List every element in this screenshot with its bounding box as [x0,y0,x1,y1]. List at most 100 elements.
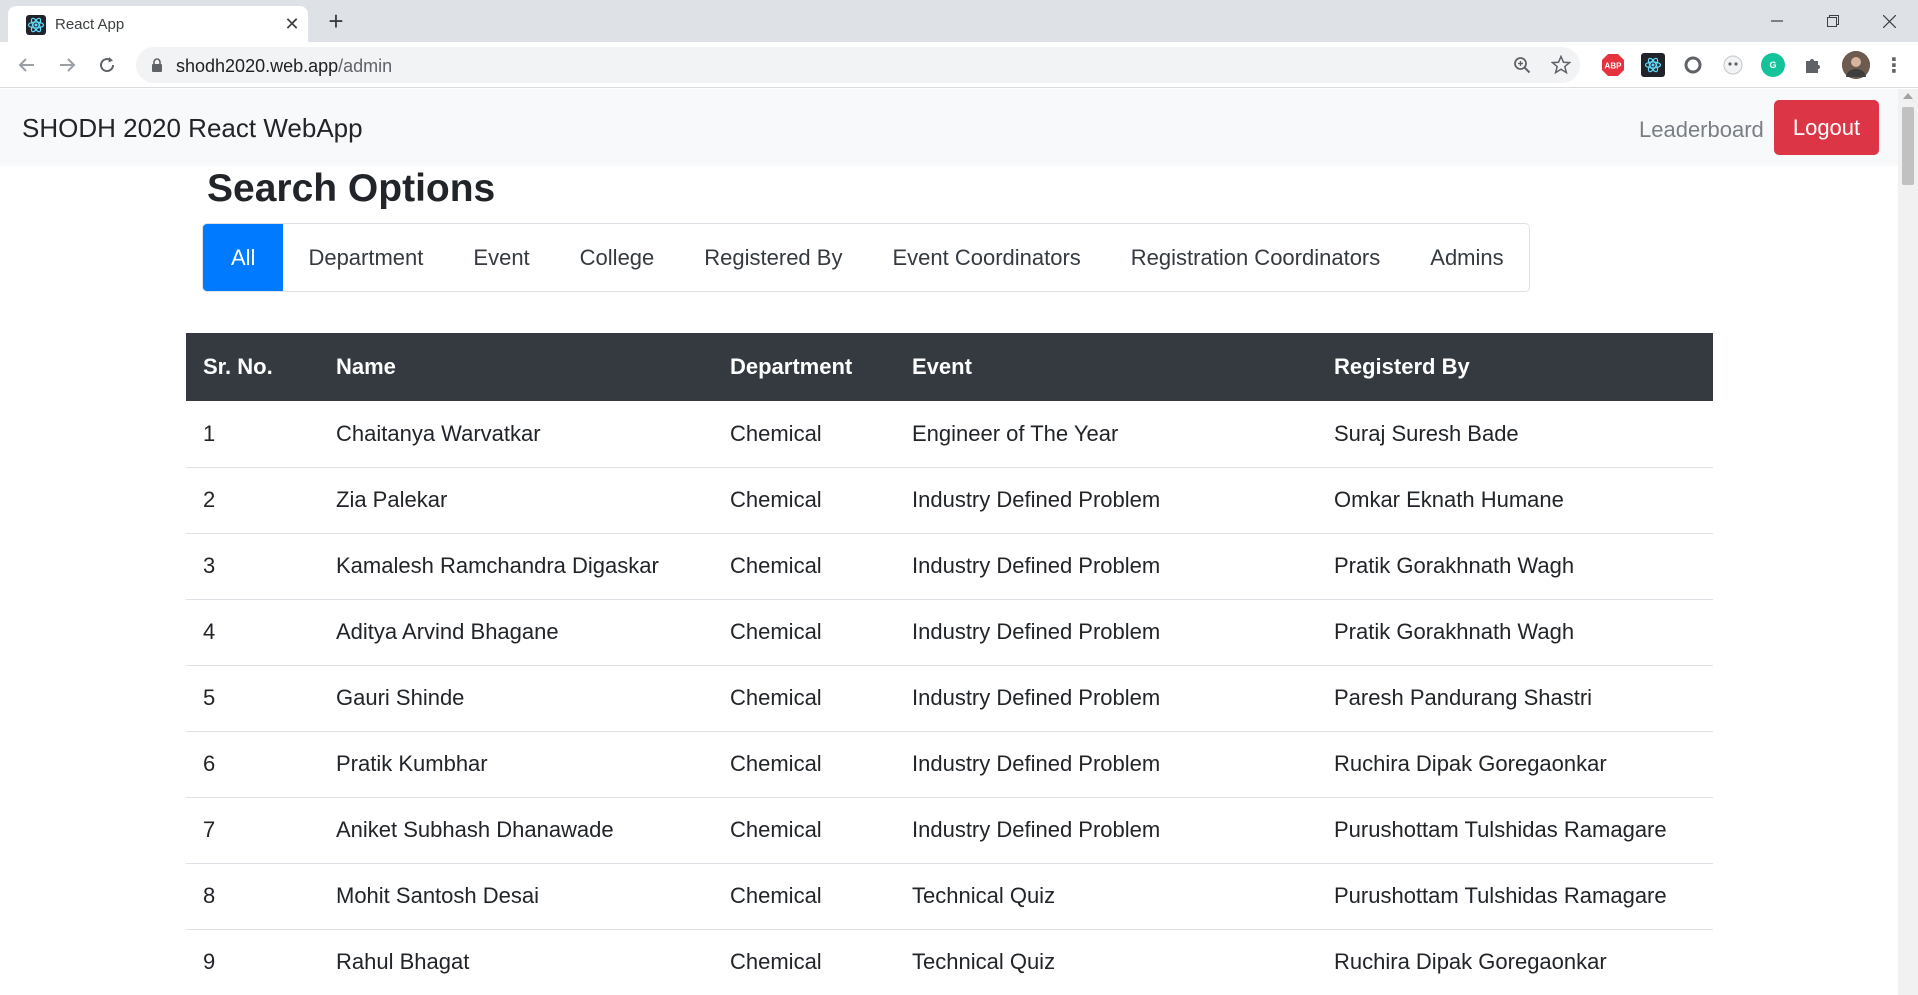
cell-name: Gauri Shinde [319,665,713,732]
filter-department-button[interactable]: Department [283,224,448,291]
cell-registered-by: Purushottam Tulshidas Ramagare [1317,863,1713,930]
cell-department: Chemical [713,599,895,666]
reload-icon[interactable] [92,50,122,80]
url-path: /admin [338,56,393,76]
address-bar[interactable]: shodh2020.web.app/admin [136,47,1580,83]
cell-sr-no: 4 [186,599,319,666]
browser-tab[interactable]: React App ✕ [8,6,308,42]
cell-sr-no: 3 [186,533,319,600]
page-scrollbar[interactable] [1898,89,1918,995]
cell-registered-by: Purushottam Tulshidas Ramagare [1317,797,1713,864]
cell-department: Chemical [713,863,895,930]
filter-registered-by-button[interactable]: Registered By [679,224,867,291]
cell-name: Chaitanya Warvatkar [319,401,713,468]
cell-name: Rahul Bhagat [319,929,713,995]
bookmark-star-icon[interactable] [1550,54,1572,76]
minimize-icon[interactable] [1754,4,1800,38]
navbar-brand[interactable]: SHODH 2020 React WebApp [22,113,363,144]
scrollbar-thumb[interactable] [1902,107,1914,185]
filter-event-button[interactable]: Event [448,224,554,291]
cell-department: Chemical [713,929,895,995]
cell-event: Industry Defined Problem [895,599,1317,666]
cell-event: Technical Quiz [895,863,1317,930]
table-row: 8 Mohit Santosh Desai Chemical Technical Qu… [186,863,1713,930]
table-row: 7 Aniket Subhash Dhanawade Chemical Industr… [186,797,1713,864]
cell-name: Mohit Santosh Desai [319,863,713,930]
search-filter-group: All Department Event College Registered By Ev… [202,223,1530,292]
cell-sr-no: 2 [186,467,319,534]
cell-event: Engineer of The Year [895,401,1317,468]
cell-event: Industry Defined Problem [895,467,1317,534]
react-favicon-icon [26,15,46,35]
profile-avatar[interactable] [1842,51,1870,79]
cell-registered-by: Ruchira Dipak Goregaonkar [1317,929,1713,995]
circle-extension-icon[interactable] [1681,53,1705,77]
table-row: 2 Zia Palekar Chemical Industry Defined Pro… [186,467,1713,534]
adblock-plus-icon[interactable]: ABP [1601,53,1625,77]
header-event: Event [895,333,1317,401]
cell-sr-no: 7 [186,797,319,864]
table-row: 9 Rahul Bhagat Chemical Technical Quiz Ruchi… [186,929,1713,995]
leaderboard-link[interactable]: Leaderboard [1639,117,1764,143]
cell-event: Industry Defined Problem [895,731,1317,798]
cell-department: Chemical [713,533,895,600]
browser-tabstrip: React App ✕ + [0,0,1918,42]
lock-icon[interactable] [150,58,164,72]
kebab-menu-icon[interactable]: ⋮ [1882,53,1906,77]
cell-department: Chemical [713,401,895,468]
url-host: shodh2020.web.app [176,56,339,76]
extensions-puzzle-icon[interactable] [1801,53,1825,77]
close-tab-icon[interactable]: ✕ [282,14,302,34]
cell-name: Pratik Kumbhar [319,731,713,798]
cell-sr-no: 1 [186,401,319,468]
back-arrow-icon[interactable] [12,50,42,80]
cell-department: Chemical [713,731,895,798]
cell-name: Aditya Arvind Bhagane [319,599,713,666]
scroll-up-arrow-icon[interactable] [1903,93,1913,99]
grammarly-label: G [1769,60,1777,70]
grammarly-icon[interactable]: G [1761,53,1785,77]
header-name: Name [319,333,713,401]
table-row: 1 Chaitanya Warvatkar Chemical Engineer of … [186,401,1713,468]
cell-department: Chemical [713,797,895,864]
table-head: Sr. No. Name Department Event Registerd … [186,333,1713,401]
logout-button[interactable]: Logout [1774,100,1879,155]
tab-title: React App [55,16,125,33]
filter-registration-coordinators-button[interactable]: Registration Coordinators [1106,224,1405,291]
table-row: 4 Aditya Arvind Bhagane Chemical Industry D… [186,599,1713,666]
cell-registered-by: Paresh Pandurang Shastri [1317,665,1713,732]
filter-college-button[interactable]: College [555,224,680,291]
table-body: 1 Chaitanya Warvatkar Chemical Engineer of … [186,401,1713,995]
cell-event: Industry Defined Problem [895,797,1317,864]
app-navbar: SHODH 2020 React WebApp Leaderboard Logo… [0,89,1898,166]
table-row: 3 Kamalesh Ramchandra Digaskar Chemical Ind… [186,533,1713,600]
react-devtools-icon[interactable] [1641,53,1665,77]
table-header-row: Sr. No. Name Department Event Registerd … [186,333,1713,401]
new-tab-icon[interactable]: + [322,8,350,36]
close-window-icon[interactable] [1866,4,1912,38]
cell-registered-by: Pratik Gorakhnath Wagh [1317,599,1713,666]
zoom-icon[interactable] [1511,54,1533,76]
table-row: 5 Gauri Shinde Chemical Industry Defined Pr… [186,665,1713,732]
cell-sr-no: 8 [186,863,319,930]
filter-admins-button[interactable]: Admins [1405,224,1528,291]
cell-sr-no: 5 [186,665,319,732]
search-options-title: Search Options [207,167,496,210]
abp-label: ABP [1605,62,1623,71]
cell-event: Industry Defined Problem [895,665,1317,732]
cell-name: Aniket Subhash Dhanawade [319,797,713,864]
forward-arrow-icon[interactable] [52,50,82,80]
restore-icon[interactable] [1810,4,1856,38]
filter-all-button[interactable]: All [203,224,284,291]
table-row: 6 Pratik Kumbhar Chemical Industry Defined … [186,731,1713,798]
url-text[interactable]: shodh2020.web.app/admin [176,56,392,77]
cell-event: Technical Quiz [895,929,1317,995]
filter-event-coordinators-button[interactable]: Event Coordinators [867,224,1105,291]
registrations-table: Sr. No. Name Department Event Registerd … [186,333,1713,995]
cell-department: Chemical [713,665,895,732]
browser-toolbar: shodh2020.web.app/admin ABP G ⋮ [0,42,1918,88]
cell-department: Chemical [713,467,895,534]
cell-name: Zia Palekar [319,467,713,534]
panda-extension-icon[interactable] [1721,53,1745,77]
header-department: Department [713,333,895,401]
